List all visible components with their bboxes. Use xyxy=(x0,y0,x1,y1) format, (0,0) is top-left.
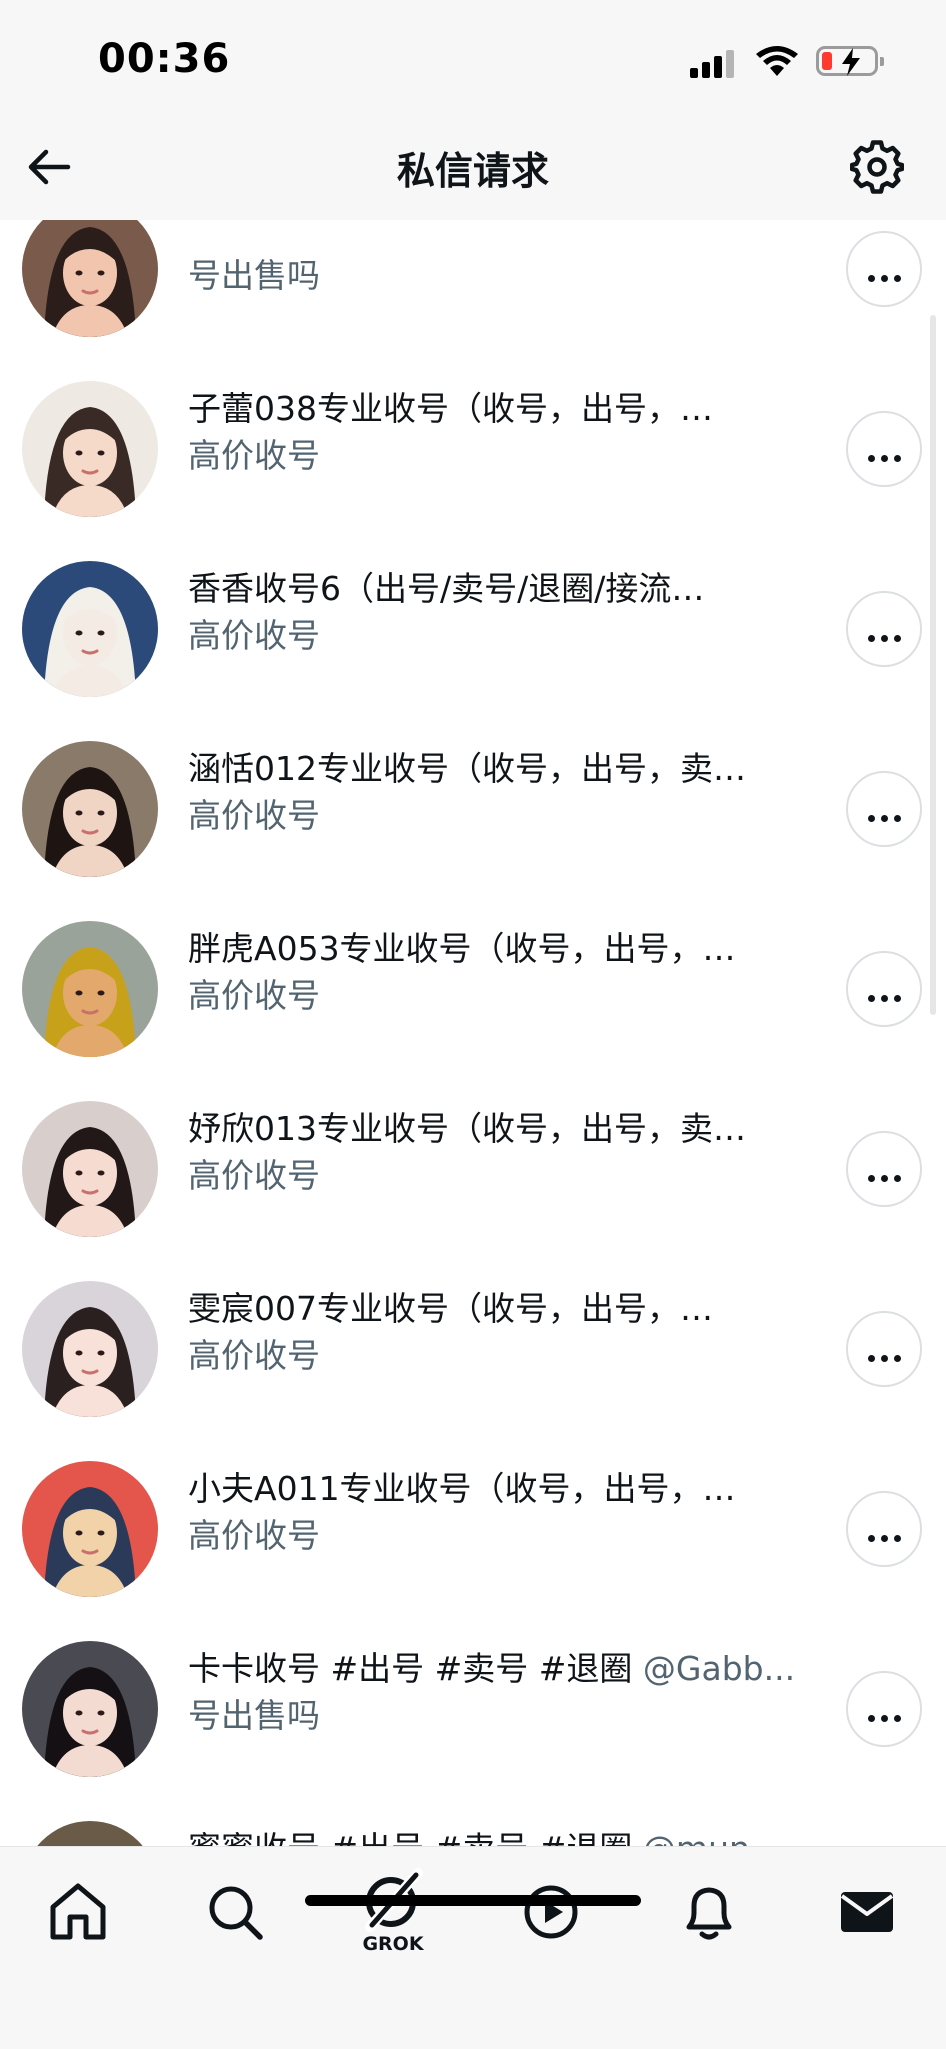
request-row[interactable]: 香香收号6（出号/卖号/退圈/接流… 高价收号 xyxy=(0,515,946,697)
more-options-button[interactable] xyxy=(846,591,922,667)
avatar[interactable] xyxy=(22,1821,158,1846)
request-row[interactable]: 雯宸007专业收号（收号，出号，… 高价收号 xyxy=(0,1235,946,1417)
sender-name-text: 妤欣013专业收号（收号，出号，卖… xyxy=(188,1109,746,1148)
more-options-button[interactable] xyxy=(846,1311,922,1387)
request-row[interactable]: 胖虎A053专业收号（收号，出号，… 高价收号 xyxy=(0,875,946,1057)
sender-name-text: 子蕾038专业收号（收号，出号，… xyxy=(188,389,713,428)
message-preview: 高价收号 xyxy=(188,436,320,475)
more-horizontal-icon xyxy=(848,627,920,646)
sender-name-text: 胖虎A053专业收号（收号，出号，… xyxy=(188,929,736,968)
message-requests-list: 号出售吗 子蕾038专业收号（收号，出号，… 高价收号 香香收号6（出号/卖号/退圈/… xyxy=(0,220,946,1846)
more-options-button[interactable] xyxy=(846,1131,922,1207)
more-horizontal-icon xyxy=(848,1707,920,1726)
more-options-button[interactable] xyxy=(846,1671,922,1747)
sender-name-text: 涵恬012专业收号（收号，出号，卖… xyxy=(188,749,746,788)
avatar[interactable] xyxy=(22,381,158,517)
more-horizontal-icon xyxy=(848,987,920,1006)
sender-name: 小夫A011专业收号（收号，出号，… xyxy=(188,1462,798,1510)
mail-icon[interactable] xyxy=(832,1877,902,1947)
message-preview: 高价收号 xyxy=(188,976,320,1015)
more-options-button[interactable] xyxy=(846,411,922,487)
request-row[interactable]: 号出售吗 xyxy=(0,220,946,337)
sender-name: 子蕾038专业收号（收号，出号，… xyxy=(188,382,798,430)
avatar[interactable] xyxy=(22,1101,158,1237)
more-horizontal-icon xyxy=(848,807,920,826)
avatar[interactable] xyxy=(22,1281,158,1417)
home-indicator[interactable] xyxy=(305,1895,641,1906)
request-row[interactable]: 蜜蜜收号 #出号 #卖号 #退圈 @mun...号出售吗 xyxy=(0,1775,946,1846)
sender-name-text: 雯宸007专业收号（收号，出号，… xyxy=(188,1289,713,1328)
request-row[interactable]: 涵恬012专业收号（收号，出号，卖… 高价收号 xyxy=(0,695,946,877)
grok-label: GROK xyxy=(362,1933,424,1955)
scrollbar[interactable] xyxy=(930,315,936,1015)
sender-name: 妤欣013专业收号（收号，出号，卖… xyxy=(188,1102,798,1150)
message-preview: 高价收号 xyxy=(188,1516,320,1555)
more-horizontal-icon xyxy=(848,267,920,286)
sender-mention[interactable]: @Gabb... xyxy=(643,1649,795,1688)
wifi-icon xyxy=(756,46,798,76)
avatar[interactable] xyxy=(22,1461,158,1597)
sender-name-text: 香香收号6（出号/卖号/退圈/接流… xyxy=(188,569,705,608)
more-horizontal-icon xyxy=(848,1527,920,1546)
more-options-button[interactable] xyxy=(846,771,922,847)
message-preview: 高价收号 xyxy=(188,616,320,655)
sender-name: 雯宸007专业收号（收号，出号，… xyxy=(188,1282,798,1330)
message-preview: 高价收号 xyxy=(188,1336,320,1375)
message-preview: 号出售吗 xyxy=(188,256,320,295)
sender-mention[interactable]: @mun... xyxy=(643,1829,781,1846)
sender-name-text: 卡卡收号 #出号 #卖号 #退圈 xyxy=(188,1649,643,1688)
more-options-button[interactable] xyxy=(846,1491,922,1567)
request-row[interactable]: 卡卡收号 #出号 #卖号 #退圈 @Gabb... 号出售吗 xyxy=(0,1595,946,1777)
sender-name: 涵恬012专业收号（收号，出号，卖… xyxy=(188,742,798,790)
page-title: 私信请求 xyxy=(396,149,549,193)
sender-name-text: 蜜蜜收号 #出号 #卖号 #退圈 xyxy=(188,1829,643,1846)
message-preview: 高价收号 xyxy=(188,796,320,835)
more-horizontal-icon xyxy=(848,1167,920,1186)
avatar[interactable] xyxy=(22,220,158,337)
search-icon[interactable] xyxy=(200,1877,270,1947)
gear-icon[interactable] xyxy=(850,140,904,194)
more-horizontal-icon xyxy=(848,1347,920,1366)
request-row[interactable]: 妤欣013专业收号（收号，出号，卖… 高价收号 xyxy=(0,1055,946,1237)
sender-name: 卡卡收号 #出号 #卖号 #退圈 @Gabb... xyxy=(188,1642,798,1690)
status-bar: 00:36 xyxy=(0,0,946,120)
message-preview: 高价收号 xyxy=(188,1156,320,1195)
more-options-button[interactable] xyxy=(846,951,922,1027)
avatar[interactable] xyxy=(22,921,158,1057)
sender-name-text: 小夫A011专业收号（收号，出号，… xyxy=(188,1469,736,1508)
cellular-signal-icon xyxy=(690,48,740,78)
avatar[interactable] xyxy=(22,741,158,877)
battery-low-charging-icon xyxy=(816,46,884,76)
status-time: 00:36 xyxy=(98,36,231,82)
avatar[interactable] xyxy=(22,1641,158,1777)
bell-icon[interactable] xyxy=(674,1877,744,1947)
request-row[interactable]: 小夫A011专业收号（收号，出号，… 高价收号 xyxy=(0,1415,946,1597)
home-icon[interactable] xyxy=(43,1877,113,1947)
message-preview: 号出售吗 xyxy=(188,1696,320,1735)
more-horizontal-icon xyxy=(848,447,920,466)
sender-name: 胖虎A053专业收号（收号，出号，… xyxy=(188,922,798,970)
bottom-nav: GROK xyxy=(0,1846,946,2049)
avatar[interactable] xyxy=(22,561,158,697)
sender-name: 香香收号6（出号/卖号/退圈/接流… xyxy=(188,562,798,610)
play-icon[interactable] xyxy=(516,1877,586,1947)
sender-name: 蜜蜜收号 #出号 #卖号 #退圈 @mun... xyxy=(188,1822,798,1846)
more-options-button[interactable] xyxy=(846,231,922,307)
request-row[interactable]: 子蕾038专业收号（收号，出号，… 高价收号 xyxy=(0,335,946,517)
grok-tab[interactable]: GROK xyxy=(358,1867,428,1957)
